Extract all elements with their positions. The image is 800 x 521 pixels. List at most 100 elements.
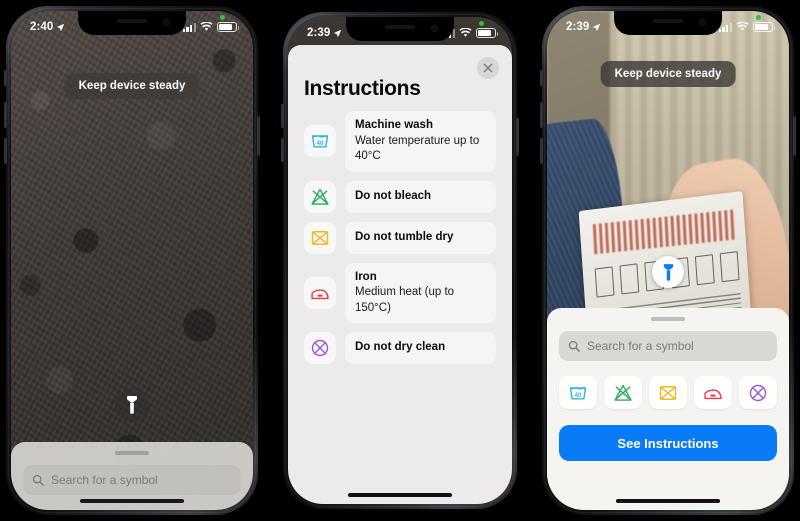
instruction-card: Do not tumble dry [345, 221, 496, 254]
instruction-card: Do not dry clean [345, 332, 496, 365]
notch [346, 17, 454, 41]
symbol-button-machine-wash[interactable]: 40 [559, 376, 597, 409]
status-bar-left: 2:39 [307, 27, 342, 39]
status-bar-right [718, 22, 775, 32]
power-button[interactable] [516, 118, 519, 156]
instruction-card: Machine wash Water temperature up to 40°… [345, 111, 496, 172]
care-label-red-text [592, 209, 735, 254]
search-placeholder: Search for a symbol [51, 473, 158, 487]
symbol-button-iron[interactable] [694, 376, 732, 409]
symbol-button-do-not-bleach[interactable] [604, 376, 642, 409]
symbol-tile [304, 332, 336, 365]
home-indicator[interactable] [80, 499, 184, 503]
status-bar-left: 2:40 [30, 21, 65, 33]
iron-icon [704, 388, 722, 399]
power-button[interactable] [257, 116, 260, 156]
search-placeholder: Search for a symbol [587, 339, 694, 353]
symbol-tile [304, 221, 336, 254]
front-camera [163, 19, 170, 26]
status-bar-right [182, 22, 239, 32]
volume-down-button[interactable] [281, 138, 284, 162]
phone-scanning: 2:40 Keep device steady Search for a sym… [4, 6, 260, 515]
search-input[interactable]: Search for a symbol [23, 465, 241, 495]
instruction-title: Do not tumble dry [355, 230, 454, 243]
list-item[interactable]: Iron Medium heat (up to 150°C) [304, 262, 496, 324]
phone-screen: 2:39 Keep device steady Search for a sym… [547, 11, 789, 510]
see-instructions-button[interactable]: See Instructions [559, 425, 777, 461]
sheet-grabber[interactable] [115, 451, 149, 455]
status-time: 2:39 [307, 27, 331, 39]
close-button[interactable] [477, 57, 499, 79]
list-item[interactable]: Do not tumble dry [304, 221, 496, 254]
instruction-card: Iron Medium heat (up to 150°C) [345, 262, 496, 324]
status-time: 2:40 [30, 21, 54, 33]
label-symbol [719, 250, 740, 282]
phone-instructions: 2:39 Instructions 40 Machine wash Water … [281, 12, 519, 509]
flashlight-toggle-button[interactable] [115, 388, 149, 422]
sheet-grabber[interactable] [651, 317, 685, 321]
symbol-button-do-not-tumble-dry[interactable] [649, 376, 687, 409]
mute-switch[interactable] [4, 70, 7, 86]
svg-text:40: 40 [575, 392, 582, 399]
symbol-tile [304, 180, 336, 213]
close-icon [483, 63, 493, 73]
symbol-tile: 40 [304, 125, 336, 158]
home-indicator[interactable] [616, 499, 720, 503]
notch [614, 11, 722, 35]
volume-up-button[interactable] [4, 102, 7, 128]
phone-screen: 2:39 Instructions 40 Machine wash Water … [288, 17, 512, 504]
volume-up-button[interactable] [281, 104, 284, 128]
camera-active-indicator [479, 21, 484, 26]
instruction-title: Do not bleach [355, 189, 432, 202]
search-icon [32, 474, 44, 486]
detected-symbols-row: 40 [559, 376, 777, 409]
do-not-dry-clean-icon [749, 384, 767, 401]
label-symbol [694, 253, 715, 285]
do-not-dry-clean-icon [311, 339, 329, 357]
label-symbol [619, 263, 640, 294]
machine-wash-40-icon: 40 [569, 386, 587, 400]
camera-active-indicator [220, 15, 225, 20]
battery-icon [217, 22, 239, 32]
location-arrow-icon [334, 29, 342, 37]
instructions-list: 40 Machine wash Water temperature up to … [304, 111, 496, 365]
symbol-tile [304, 276, 336, 309]
iron-icon [311, 289, 329, 299]
search-icon [568, 340, 580, 352]
machine-wash-40-icon: 40 [311, 135, 329, 148]
list-item[interactable]: 40 Machine wash Water temperature up to … [304, 111, 496, 172]
notch [78, 11, 186, 35]
list-item[interactable]: Do not dry clean [304, 332, 496, 365]
earpiece-speaker [117, 19, 147, 23]
front-camera [431, 25, 438, 32]
keep-device-steady-label: Keep device steady [600, 61, 736, 87]
location-arrow-icon [593, 23, 601, 31]
battery-icon [753, 22, 775, 32]
mute-switch[interactable] [540, 70, 543, 86]
wifi-icon [459, 28, 472, 37]
instructions-sheet: Instructions 40 Machine wash Water tempe… [288, 45, 512, 504]
status-bar-left: 2:39 [566, 21, 601, 33]
list-item[interactable]: Do not bleach [304, 180, 496, 213]
detected-symbols-sheet: Search for a symbol 40 See Instructions [547, 308, 789, 510]
volume-down-button[interactable] [540, 138, 543, 164]
label-symbol [593, 266, 614, 298]
search-input[interactable]: Search for a symbol [559, 331, 777, 361]
flashlight-icon [663, 263, 673, 281]
home-indicator[interactable] [348, 493, 452, 497]
earpiece-speaker [653, 19, 683, 23]
volume-down-button[interactable] [4, 138, 7, 164]
instruction-card: Do not bleach [345, 180, 496, 213]
wifi-icon [736, 22, 749, 31]
location-arrow-icon [57, 23, 65, 31]
instruction-title: Machine wash [355, 119, 433, 131]
power-button[interactable] [793, 116, 796, 156]
instruction-title: Iron [355, 270, 377, 283]
flashlight-toggle-button[interactable] [652, 256, 684, 288]
camera-active-indicator [756, 15, 761, 20]
symbol-button-do-not-dry-clean[interactable] [739, 376, 777, 409]
three-phone-screenshot-composite: 2:40 Keep device steady Search for a sym… [0, 0, 800, 521]
instruction-title: Do not dry clean [355, 341, 446, 354]
volume-up-button[interactable] [540, 102, 543, 128]
flashlight-icon [127, 396, 137, 414]
